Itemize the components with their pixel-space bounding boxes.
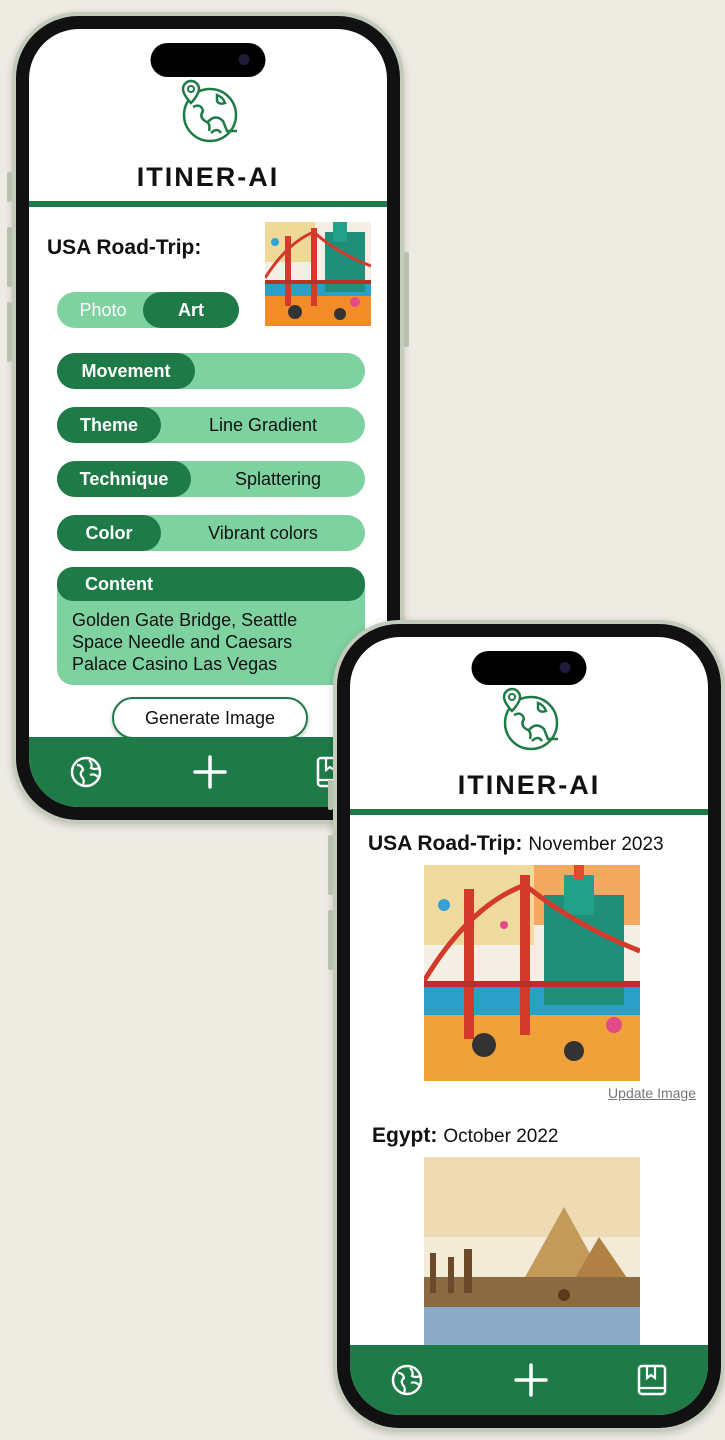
option-technique[interactable]: Technique Splattering <box>57 461 365 497</box>
trip-date: October 2022 <box>443 1126 559 1147</box>
option-theme[interactable]: Theme Line Gradient <box>57 407 365 443</box>
mute-switch <box>328 780 333 810</box>
option-theme-label: Theme <box>57 407 161 443</box>
volume-up-button <box>7 227 12 287</box>
egypt-trip-art-image[interactable] <box>424 1157 640 1357</box>
brand-name: ITINER-AI <box>136 162 280 192</box>
option-color-value: Vibrant colors <box>208 522 318 543</box>
mute-switch <box>7 172 12 202</box>
power-button <box>404 252 409 347</box>
volume-down-button <box>328 910 333 970</box>
bottom-nav <box>350 1345 708 1415</box>
content-label: Content <box>57 567 365 601</box>
toggle-art[interactable]: Art <box>143 292 239 328</box>
content-field[interactable]: Content Golden Gate Bridge, Seattle Spac… <box>57 567 365 685</box>
trip-title-usa: USA Road-Trip: November 2023 <box>368 832 664 856</box>
logo-icon <box>494 685 564 755</box>
content-text[interactable]: Golden Gate Bridge, Seattle Space Needle… <box>57 601 365 683</box>
logo-icon <box>173 77 243 147</box>
volume-up-button <box>328 835 333 895</box>
option-movement-value <box>195 353 365 389</box>
option-movement-label: Movement <box>57 353 195 389</box>
generate-image-button[interactable]: Generate Image <box>112 697 308 739</box>
trip-name: USA Road-Trip: <box>368 832 523 855</box>
plus-icon[interactable] <box>193 755 227 789</box>
gallery-screen: ITINER-AI USA Road-Trip: November 2023 U… <box>350 637 708 1415</box>
phone-gallery: ITINER-AI USA Road-Trip: November 2023 U… <box>328 620 725 1432</box>
plus-icon[interactable] <box>514 1363 548 1397</box>
dynamic-island <box>471 651 587 685</box>
brand-name: ITINER-AI <box>457 770 601 800</box>
trip-title: USA Road-Trip: <box>47 236 202 259</box>
globe-icon[interactable] <box>69 755 103 789</box>
option-color-label: Color <box>57 515 161 551</box>
header-divider <box>29 201 387 207</box>
bezel: ITINER-AI USA Road-Trip: November 2023 U… <box>337 624 721 1428</box>
option-technique-label: Technique <box>57 461 191 497</box>
option-movement[interactable]: Movement <box>57 353 365 389</box>
trip-date: November 2023 <box>528 834 664 855</box>
toggle-photo[interactable]: Photo <box>57 292 149 328</box>
camera-icon <box>559 662 571 673</box>
option-color[interactable]: Color Vibrant colors <box>57 515 365 551</box>
camera-icon <box>238 54 250 65</box>
update-image-link[interactable]: Update Image <box>608 1085 696 1101</box>
volume-down-button <box>7 302 12 362</box>
trip-name: Egypt: <box>372 1124 438 1147</box>
trip-art-thumbnail[interactable] <box>265 222 371 326</box>
usa-trip-art-image[interactable] <box>424 865 640 1081</box>
globe-icon[interactable] <box>390 1363 424 1397</box>
option-technique-value: Splattering <box>234 468 322 489</box>
trip-title-egypt: Egypt: October 2022 <box>372 1124 558 1148</box>
photo-art-toggle[interactable]: Photo Art <box>57 292 239 328</box>
dynamic-island <box>150 43 266 77</box>
book-icon[interactable] <box>635 1363 669 1397</box>
header-divider <box>350 809 708 815</box>
option-theme-value: Line Gradient <box>208 414 318 435</box>
